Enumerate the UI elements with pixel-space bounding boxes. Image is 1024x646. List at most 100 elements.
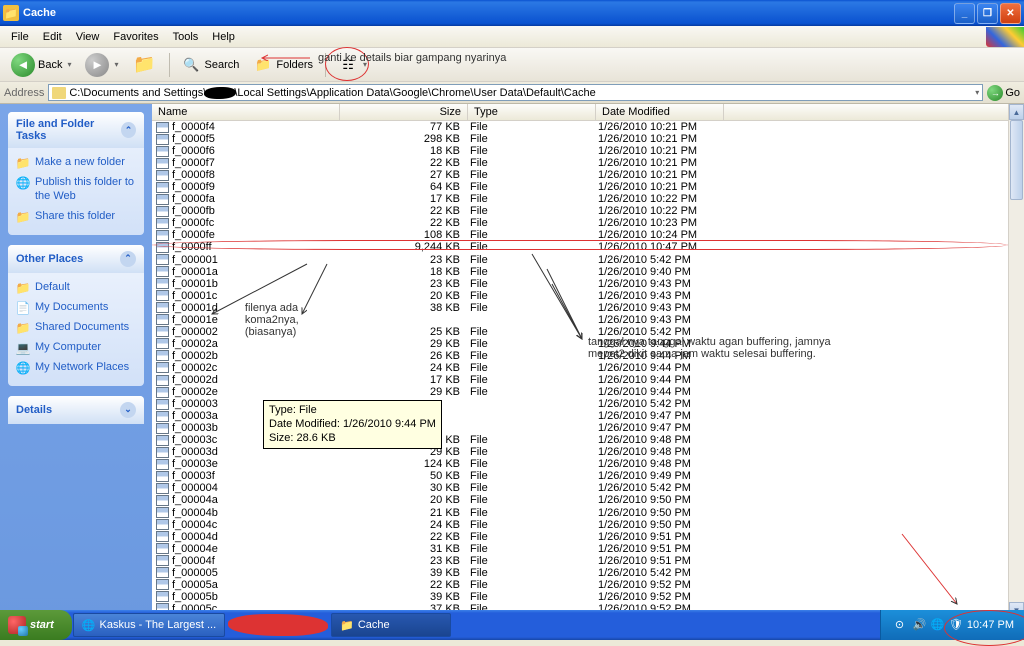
- file-row[interactable]: f_00003e124 KBFile1/26/2010 9:48 PM: [152, 458, 1024, 470]
- search-button[interactable]: 🔍Search: [177, 53, 245, 77]
- file-row[interactable]: f_00005b39 KBFile1/26/2010 9:52 PM: [152, 591, 1024, 603]
- file-icon: [156, 531, 169, 542]
- file-row[interactable]: f_00001a18 KBFile1/26/2010 9:40 PM: [152, 266, 1024, 278]
- file-row[interactable]: f_00002c24 KBFile1/26/2010 9:44 PM: [152, 362, 1024, 374]
- file-row[interactable]: f_0000fa17 KBFile1/26/2010 10:22 PM: [152, 193, 1024, 205]
- taskbar-item-cache[interactable]: 📁 Cache: [331, 613, 451, 637]
- file-row[interactable]: f_0000fc22 KBFile1/26/2010 10:23 PM: [152, 217, 1024, 229]
- menu-favorites[interactable]: Favorites: [106, 29, 165, 45]
- menu-help[interactable]: Help: [205, 29, 242, 45]
- file-icon: [156, 122, 169, 133]
- file-row[interactable]: f_00000430 KBFile1/26/2010 5:42 PM: [152, 482, 1024, 494]
- column-name[interactable]: Name: [152, 104, 340, 120]
- file-row[interactable]: f_00003f50 KBFile1/26/2010 9:49 PM: [152, 470, 1024, 482]
- file-type: File: [468, 591, 596, 603]
- address-field[interactable]: C:\Documents and Settings\\Local Setting…: [48, 84, 983, 101]
- start-button[interactable]: start: [0, 610, 72, 640]
- file-row[interactable]: f_00004b21 KBFile1/26/2010 9:50 PM: [152, 507, 1024, 519]
- clock[interactable]: 10:47 PM: [967, 619, 1014, 631]
- task-link[interactable]: 🌐Publish this folder to the Web: [16, 173, 136, 207]
- tray-icon[interactable]: 🔊: [913, 618, 927, 632]
- taskbar-item-kaskus[interactable]: 🌐 Kaskus - The Largest ...: [73, 613, 225, 637]
- file-row[interactable]: f_0000f5298 KBFile1/26/2010 10:21 PM: [152, 133, 1024, 145]
- task-link[interactable]: 📁Make a new folder: [16, 153, 136, 173]
- column-size[interactable]: Size: [340, 104, 468, 120]
- views-button[interactable]: ☷▾: [333, 53, 372, 77]
- file-row[interactable]: f_00002a29 KBFile1/26/2010 9:44 PM: [152, 338, 1024, 350]
- task-link[interactable]: 📁Share this folder: [16, 207, 136, 227]
- column-type[interactable]: Type: [468, 104, 596, 120]
- scroll-up-button[interactable]: ▲: [1009, 104, 1024, 120]
- file-name: f_0000f4: [172, 121, 215, 133]
- tray-icon[interactable]: ⊙: [895, 618, 909, 632]
- menu-edit[interactable]: Edit: [36, 29, 69, 45]
- tray-icon[interactable]: 🛡: [949, 618, 963, 632]
- file-size: 298 KB: [340, 133, 468, 145]
- system-tray[interactable]: ⊙ 🔊 🌐 🛡 10:47 PM: [880, 610, 1024, 640]
- file-icon: [156, 206, 169, 217]
- place-icon: 💻: [16, 341, 30, 355]
- file-icon: [156, 182, 169, 193]
- file-row[interactable]: f_00004f23 KBFile1/26/2010 9:51 PM: [152, 555, 1024, 567]
- up-button[interactable]: 📁: [128, 51, 162, 79]
- menu-tools[interactable]: Tools: [166, 29, 206, 45]
- file-row[interactable]: f_0000fe108 KBFile1/26/2010 10:24 PM: [152, 229, 1024, 241]
- close-button[interactable]: ✕: [1000, 3, 1021, 24]
- minimize-button[interactable]: _: [954, 3, 975, 24]
- maximize-button[interactable]: ❐: [977, 3, 998, 24]
- column-date[interactable]: Date Modified: [596, 104, 724, 120]
- file-row[interactable]: f_00004d22 KBFile1/26/2010 9:51 PM: [152, 531, 1024, 543]
- file-row[interactable]: f_00004a20 KBFile1/26/2010 9:50 PM: [152, 494, 1024, 506]
- file-row[interactable]: f_0000f722 KBFile1/26/2010 10:21 PM: [152, 157, 1024, 169]
- file-type: File: [468, 205, 596, 217]
- file-name: f_0000f5: [172, 133, 215, 145]
- file-row[interactable]: f_00002b26 KBFile1/26/2010 9:44 PM: [152, 350, 1024, 362]
- file-row[interactable]: f_00000225 KBFile1/26/2010 5:42 PM: [152, 326, 1024, 338]
- menu-view[interactable]: View: [69, 29, 107, 45]
- file-row[interactable]: f_00000539 KBFile1/26/2010 5:42 PM: [152, 567, 1024, 579]
- file-type: File: [468, 157, 596, 169]
- collapse-icon[interactable]: ⌃: [121, 122, 136, 138]
- tray-icon[interactable]: 🌐: [931, 618, 945, 632]
- place-link[interactable]: 🌐My Network Places: [16, 358, 136, 378]
- file-row[interactable]: f_0000f618 KBFile1/26/2010 10:21 PM: [152, 145, 1024, 157]
- file-row[interactable]: f_0000f477 KBFile1/26/2010 10:21 PM: [152, 121, 1024, 133]
- file-row[interactable]: f_0000ff9,244 KBFile1/26/2010 10:47 PM: [152, 241, 1024, 253]
- file-date: 1/26/2010 9:44 PM: [596, 338, 724, 350]
- file-row[interactable]: f_00002d17 KBFile1/26/2010 9:44 PM: [152, 374, 1024, 386]
- file-row[interactable]: f_00004e31 KBFile1/26/2010 9:51 PM: [152, 543, 1024, 555]
- go-button[interactable]: →Go: [987, 85, 1020, 101]
- place-link[interactable]: 📄My Documents: [16, 298, 136, 318]
- file-size: 23 KB: [340, 278, 468, 290]
- file-row[interactable]: f_00002e29 KBFile1/26/2010 9:44 PM: [152, 386, 1024, 398]
- collapse-icon[interactable]: ⌃: [120, 251, 136, 267]
- file-row[interactable]: f_0000f827 KBFile1/26/2010 10:21 PM: [152, 169, 1024, 181]
- file-row[interactable]: f_00001c20 KBFile1/26/2010 9:43 PM: [152, 290, 1024, 302]
- forward-button[interactable]: ►▾: [80, 51, 123, 79]
- file-icon: [156, 399, 169, 410]
- place-link[interactable]: 📁Default: [16, 278, 136, 298]
- file-row[interactable]: f_00000123 KBFile1/26/2010 5:42 PM: [152, 254, 1024, 266]
- scroll-thumb[interactable]: [1010, 120, 1023, 200]
- place-link[interactable]: 📁Shared Documents: [16, 318, 136, 338]
- expand-icon[interactable]: ⌄: [120, 402, 136, 418]
- file-name: f_00004f: [172, 555, 215, 567]
- place-label: Shared Documents: [35, 321, 129, 335]
- vertical-scrollbar[interactable]: ▲ ▼: [1008, 104, 1024, 618]
- file-row[interactable]: f_00001efilenya ada koma2nya, (biasanya)…: [152, 314, 1024, 326]
- app-icon: 📁: [3, 5, 19, 21]
- file-row[interactable]: f_00004c24 KBFile1/26/2010 9:50 PM: [152, 519, 1024, 531]
- file-row[interactable]: f_0000f964 KBFile1/26/2010 10:21 PM: [152, 181, 1024, 193]
- file-row[interactable]: f_0000fb22 KBFile1/26/2010 10:22 PM: [152, 205, 1024, 217]
- menu-file[interactable]: File: [4, 29, 36, 45]
- file-date: 1/26/2010 5:42 PM: [596, 567, 724, 579]
- place-link[interactable]: 💻My Computer: [16, 338, 136, 358]
- file-type: File: [468, 133, 596, 145]
- file-name: f_0000fe: [172, 229, 215, 241]
- back-button[interactable]: ◄Back▾: [6, 51, 76, 79]
- folders-button[interactable]: 📁Folders: [248, 53, 318, 77]
- file-icon: [156, 218, 169, 229]
- file-size: 26 KB: [340, 350, 468, 362]
- file-row[interactable]: f_00005a22 KBFile1/26/2010 9:52 PM: [152, 579, 1024, 591]
- file-row[interactable]: f_00001b23 KBFile1/26/2010 9:43 PM: [152, 278, 1024, 290]
